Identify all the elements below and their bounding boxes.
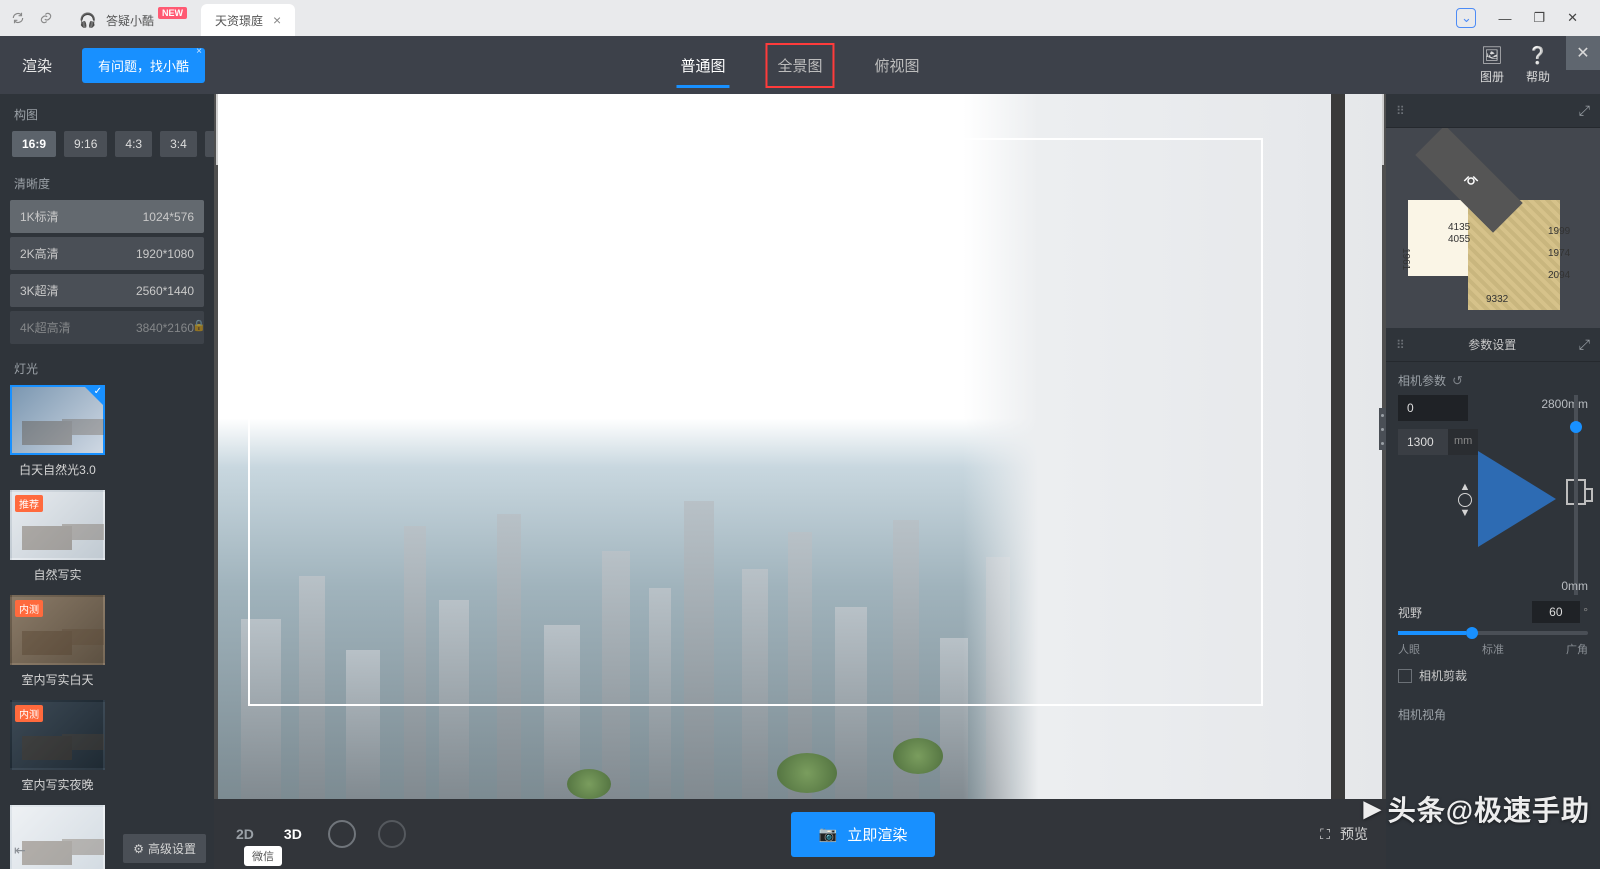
visibility-icon[interactable] [328,820,356,848]
tab-close-icon[interactable]: × [273,12,281,28]
height-slider[interactable] [1574,395,1578,595]
fullscreen-icon: ⛶ [1320,826,1330,843]
viewport-toolbar: 2D 3D 📷立即渲染 ⛶预览 微信 [214,799,1386,869]
wechat-tooltip: 微信 [244,846,282,866]
gear-icon: ⚙ [133,842,144,856]
close-panel-button[interactable]: ✕ [1566,36,1600,70]
expand-icon[interactable]: ⤢ [1579,102,1590,119]
camera-vertical-control[interactable]: ▲▼ [1458,481,1472,519]
new-badge: NEW [158,7,187,19]
view-2d-button[interactable]: 2D [232,820,258,848]
camera-icon: 📷 [819,825,838,843]
gallery-icon: 🖼 [1481,46,1503,66]
tab-normal[interactable]: 普通图 [676,43,729,88]
advanced-settings-button[interactable]: ⚙高级设置 [123,834,206,863]
camera-zero-input[interactable] [1398,395,1468,421]
collapse-icon[interactable]: ⇤ [14,842,28,859]
minimize-button[interactable]: — [1498,11,1511,26]
dropdown-icon[interactable]: ⌄ [1456,8,1476,28]
lock-icon: 🔒 [192,319,206,332]
gallery-button[interactable]: 🖼图册 [1480,46,1504,85]
refresh-icon[interactable] [8,8,28,28]
ratio-3-4[interactable]: 3:4 [160,131,197,157]
fov-label: 视野 [1398,604,1422,621]
fov-input[interactable] [1532,601,1580,623]
ratio-4-3[interactable]: 4:3 [115,131,152,157]
maximize-button[interactable]: ❐ [1533,10,1545,26]
help-tooltip[interactable]: 有问题，找小酷 × [82,48,205,83]
window-titlebar: 🎧 答疑小酷 NEW 天资璟庭 × ⌄ — ❐ ✕ [0,0,1600,36]
light-indoor-night[interactable]: 内测室内写实夜晚 [10,700,105,799]
camera-nav-icon [1462,174,1480,188]
light-fresh[interactable]: 小清新 [10,805,105,869]
resolution-3k[interactable]: 3K超清2560*1440 [10,274,204,307]
right-panel: ⠿ ⤢ 4135 4055 1999 2094 1974 9332 1961 ⠿ 参… [1386,94,1600,869]
tab-topview[interactable]: 俯视图 [871,43,924,88]
check-icon [85,387,103,405]
resolution-4k[interactable]: 4K超高清3840*2160🔒 [10,311,204,344]
chevron-down-icon[interactable]: ▼ [1460,507,1471,519]
view-3d-button[interactable]: 3D [280,820,306,848]
light-natural[interactable]: 推荐自然写实 [10,490,105,589]
right-resize-handle[interactable] [1379,408,1386,450]
tab-project[interactable]: 天资璟庭 × [201,4,295,36]
tab-project-label: 天资璟庭 [215,12,263,29]
drag-grip-icon[interactable]: ⠿ [1396,338,1406,352]
resolution-2k[interactable]: 2K高清1920*1080 [10,237,204,270]
camera-params-title: 相机参数 [1398,372,1446,389]
tab-help[interactable]: 🎧 答疑小酷 NEW [64,4,201,36]
recommend-badge: 推荐 [15,495,43,512]
render-preview [218,94,1382,799]
left-panel: 构图 16:9 9:16 4:3 3:4 1:1 清晰度 1K标清1024*57… [0,94,214,869]
fov-slider[interactable] [1398,631,1588,635]
mode-render-label: 渲染 [0,55,74,76]
app-header: 渲染 有问题，找小酷 × 普通图 全景图 俯视图 🖼图册 ❔帮助 ✕ [0,36,1600,94]
height-max-label: 2800mm [1541,397,1588,411]
link-icon[interactable] [36,8,56,28]
minimap[interactable]: 4135 4055 1999 2094 1974 9332 1961 [1386,128,1600,328]
expand-icon[interactable]: ⤢ [1579,336,1590,353]
reset-icon[interactable]: ↺ [1452,373,1463,389]
compass-icon[interactable] [378,820,406,848]
clarity-title: 清晰度 [0,163,214,200]
chevron-up-icon[interactable]: ▲ [1460,481,1471,493]
headset-icon: 🎧 [78,10,98,30]
light-indoor-day[interactable]: 内测室内写实白天 [10,595,105,694]
camera-height-input[interactable] [1398,429,1448,455]
checkbox-icon [1398,669,1412,683]
viewport[interactable]: 2D 3D 📷立即渲染 ⛶预览 微信 [214,94,1386,869]
ratio-16-9[interactable]: 16:9 [12,131,56,157]
ratio-9-16[interactable]: 9:16 [64,131,107,157]
tab-panorama[interactable]: 全景图 [765,43,834,88]
camera-angle-title: 相机视角 [1398,706,1446,723]
beta-badge: 内测 [15,705,43,722]
tab-help-label: 答疑小酷 [106,12,154,29]
help-icon: ❔ [1527,46,1548,66]
camera-crop-checkbox[interactable]: 相机剪裁 [1386,659,1600,692]
aspect-ratio-row: 16:9 9:16 4:3 3:4 1:1 [0,131,214,163]
preview-button[interactable]: ⛶预览 [1320,824,1368,844]
params-title: 参数设置 [1468,336,1516,353]
ratio-1-1[interactable]: 1:1 [205,131,214,157]
composition-title: 构图 [0,94,214,131]
help-button[interactable]: ❔帮助 [1526,46,1550,85]
light-daylight[interactable]: 白天自然光3.0 [10,385,105,484]
camera-fov-cone [1478,451,1556,547]
render-now-button[interactable]: 📷立即渲染 [791,812,936,857]
close-button[interactable]: ✕ [1567,10,1578,26]
height-min-label: 0mm [1561,579,1588,593]
tooltip-close-icon[interactable]: × [196,46,202,57]
resolution-1k[interactable]: 1K标清1024*576 [10,200,204,233]
drag-grip-icon[interactable]: ⠿ [1396,104,1406,118]
render-type-tabs: 普通图 全景图 俯视图 [676,43,923,88]
beta-badge: 内测 [15,600,43,617]
lighting-title: 灯光 [0,348,214,385]
